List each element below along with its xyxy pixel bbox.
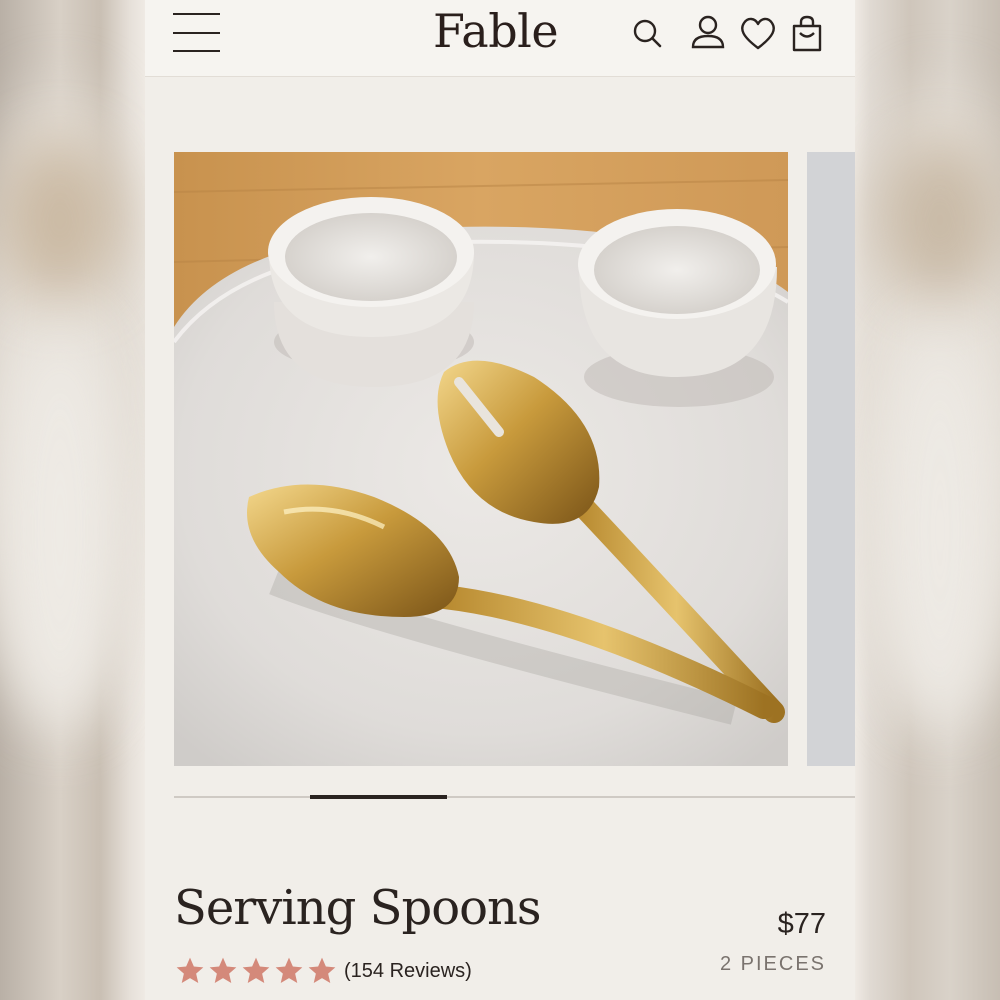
star-icon — [308, 957, 336, 983]
carousel-progress-track — [174, 796, 855, 798]
star-icon — [209, 957, 237, 983]
backdrop-left-warm — [0, 140, 120, 300]
cart-icon[interactable] — [787, 12, 827, 56]
brand-logo[interactable]: Fable — [433, 4, 559, 58]
product-rating[interactable]: (154 Reviews) — [174, 955, 472, 987]
product-image[interactable] — [174, 152, 788, 766]
rating-stars — [174, 955, 338, 987]
account-icon[interactable] — [688, 12, 728, 56]
heart-icon[interactable] — [738, 12, 778, 56]
review-count[interactable]: (154 Reviews) — [344, 960, 472, 983]
next-slide-peek[interactable] — [807, 152, 855, 766]
backdrop-left-light — [0, 320, 120, 740]
star-icon — [242, 957, 270, 983]
product-price: $77 — [777, 908, 826, 940]
product-pieces: 2 PIECES — [719, 953, 826, 975]
star-icon — [176, 957, 204, 983]
product-image-carousel[interactable] — [174, 152, 855, 766]
search-icon[interactable] — [627, 12, 667, 56]
site-header: Fable — [145, 0, 855, 77]
menu-icon[interactable] — [173, 12, 221, 54]
product-title: Serving Spoons — [174, 880, 542, 936]
star-icon — [275, 957, 303, 983]
carousel-progress-indicator — [310, 795, 447, 799]
mobile-page: Fable Serving Spoons $77 2 PIECES (154 R… — [145, 0, 855, 1000]
backdrop-right-warm — [880, 140, 1000, 300]
backdrop-right-light — [880, 320, 1000, 740]
